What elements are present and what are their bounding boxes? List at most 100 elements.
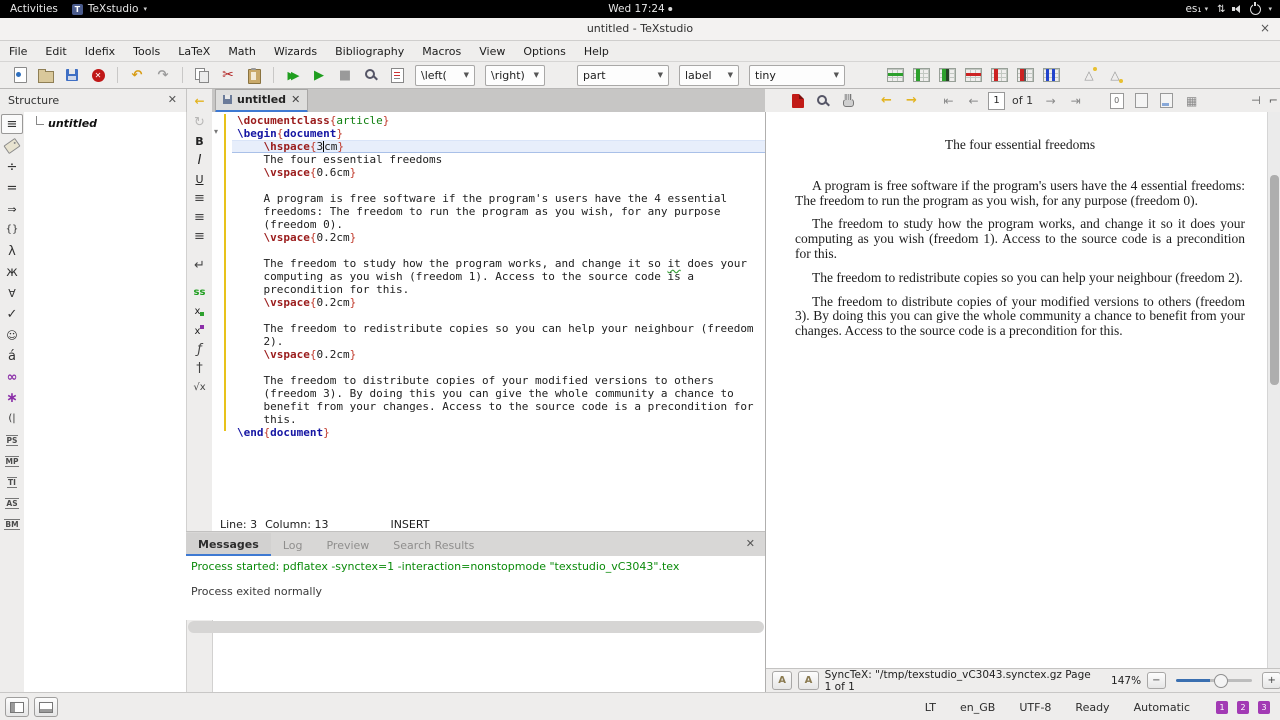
code-line[interactable]: precondition for this.: [232, 283, 765, 296]
clock[interactable]: Wed 17:24: [608, 0, 672, 18]
menu-math[interactable]: Math: [219, 42, 265, 61]
structure-close-icon[interactable]: ✕: [168, 93, 177, 106]
menu-bibliography[interactable]: Bibliography: [326, 42, 413, 61]
pdf-restore-icon[interactable]: ⌐: [1269, 94, 1278, 107]
build-and-view-icon[interactable]: ▶▶: [281, 64, 305, 86]
window-close-icon[interactable]: ×: [1260, 21, 1270, 35]
panel-cyrillic-letters-icon[interactable]: ж: [2, 263, 22, 281]
code-line[interactable]: [232, 179, 765, 192]
code-line[interactable]: freedoms: The freedom to run the program…: [232, 205, 765, 218]
messages-tab-search-results[interactable]: Search Results: [381, 534, 486, 555]
shrink-font-button[interactable]: A: [772, 671, 792, 690]
view-log-icon[interactable]: [385, 64, 409, 86]
editor-pane[interactable]: ▾ \documentclass{article}\begin{document…: [212, 112, 765, 517]
sync-forward-icon[interactable]: →: [901, 91, 922, 111]
code-line[interactable]: \begin{document}: [232, 127, 765, 140]
font-size-combo[interactable]: tiny▼: [749, 65, 845, 86]
view-pdf-icon[interactable]: [359, 64, 383, 86]
page-number-input[interactable]: 1: [988, 92, 1005, 110]
activities-button[interactable]: Activities: [10, 3, 58, 15]
menu-edit[interactable]: Edit: [36, 42, 75, 61]
reference-combo[interactable]: label▼: [679, 65, 739, 86]
tab-close-icon[interactable]: ✕: [291, 93, 300, 106]
previous-page-icon[interactable]: ←: [963, 91, 984, 111]
panel-misc-math-symbols-icon[interactable]: ∞: [2, 368, 22, 386]
toggle-sidepanel-button[interactable]: [5, 697, 29, 717]
menu-options[interactable]: Options: [514, 42, 574, 61]
code-line[interactable]: \vspace{0.6cm}: [232, 166, 765, 179]
code-line[interactable]: (freedom 3). By doing this you can give …: [232, 387, 765, 400]
status-lt[interactable]: LT: [925, 701, 936, 714]
hand-tool-icon[interactable]: [837, 91, 858, 111]
messages-tab-messages[interactable]: Messages: [186, 533, 271, 557]
pdf-scrollbar-thumb[interactable]: [1270, 175, 1279, 385]
code-line[interactable]: \vspace{0.2cm}: [232, 296, 765, 309]
system-status-menu[interactable]: ⇅ ▾: [1217, 0, 1272, 18]
panel-pstricks-commands-icon[interactable]: PS: [2, 431, 22, 449]
right-delimiter-combo[interactable]: \right)▼: [485, 65, 545, 86]
code-line[interactable]: The freedom to redistribute copies so yo…: [232, 322, 765, 335]
compile-icon[interactable]: ▶: [307, 64, 331, 86]
messages-tab-log[interactable]: Log: [271, 534, 315, 555]
panel-operator-symbols-icon[interactable]: ÷: [2, 158, 22, 176]
back-to-editor-button[interactable]: ←: [187, 89, 212, 113]
code-line[interactable]: [232, 361, 765, 374]
zoom-slider-knob[interactable]: [1214, 674, 1228, 688]
code-line[interactable]: The freedom to study how the program wor…: [232, 257, 765, 270]
pdf-scrollbar-track[interactable]: [1267, 112, 1280, 668]
close-file-icon[interactable]: ✕: [86, 64, 110, 86]
bookmark-2-icon[interactable]: 2: [1237, 701, 1249, 714]
format-math-function-button[interactable]: ƒ: [190, 341, 209, 358]
status-utf-8[interactable]: UTF-8: [1019, 701, 1051, 714]
status-en-gb[interactable]: en_GB: [960, 701, 995, 714]
status-automatic[interactable]: Automatic: [1134, 701, 1190, 714]
annotation-page-icon[interactable]: [1131, 91, 1152, 111]
annotation-edit-icon[interactable]: [1156, 91, 1177, 111]
code-line[interactable]: \end{document}: [232, 426, 765, 439]
structure-item-untitled[interactable]: untitled: [36, 117, 186, 130]
panel-bookmarks-icon[interactable]: [2, 137, 22, 155]
cut-icon[interactable]: ✂: [216, 64, 240, 86]
first-page-icon[interactable]: ⇤: [938, 91, 959, 111]
menu-help[interactable]: Help: [575, 42, 618, 61]
code-line[interactable]: [232, 244, 765, 257]
magnifier-icon[interactable]: [812, 91, 833, 111]
zoom-out-button[interactable]: −: [1147, 672, 1165, 689]
format-bold-button[interactable]: B: [190, 133, 209, 150]
menu-tools[interactable]: Tools: [124, 42, 169, 61]
panel-special-symbols-icon[interactable]: ∗: [2, 389, 22, 407]
format-linebreak-button[interactable]: ↵: [190, 257, 209, 274]
pdf-dock-icon[interactable]: ⊣: [1251, 94, 1261, 107]
new-document-icon[interactable]: [8, 64, 32, 86]
panel-beamer-commands-icon[interactable]: BM: [2, 515, 22, 533]
keyboard-layout-indicator[interactable]: es₁ ▾: [1185, 0, 1208, 18]
app-menu[interactable]: T TeXstudio ▾: [72, 0, 147, 18]
panel-check-symbols-icon[interactable]: ✓: [2, 305, 22, 323]
toggle-bottompanel-button[interactable]: [34, 697, 58, 717]
continuous-view-icon[interactable]: ▦: [1181, 91, 1202, 111]
bookmark-1-icon[interactable]: 1: [1216, 701, 1228, 714]
bookmark-3-icon[interactable]: 3: [1258, 701, 1270, 714]
messages-tab-preview[interactable]: Preview: [314, 534, 381, 555]
fold-arrow-icon[interactable]: ▾: [214, 127, 218, 136]
menu-view[interactable]: View: [470, 42, 514, 61]
panel-metapost-commands-icon[interactable]: MP: [2, 452, 22, 470]
sectioning-combo[interactable]: part▼: [577, 65, 669, 86]
left-delimiter-combo[interactable]: \left(▼: [415, 65, 475, 86]
zoom-slider[interactable]: [1176, 679, 1253, 682]
page-thumbnails-icon[interactable]: 0: [1106, 91, 1127, 111]
paste-icon[interactable]: [242, 64, 266, 86]
panel-delimiter-symbols-icon[interactable]: (|: [2, 410, 22, 428]
table-add-column-icon[interactable]: [909, 64, 933, 86]
previous-mark-icon[interactable]: △: [1077, 64, 1101, 86]
code-line[interactable]: (freedom 0).: [232, 218, 765, 231]
next-mark-icon[interactable]: △: [1103, 64, 1127, 86]
panel-bracket-symbols-icon[interactable]: {}: [2, 221, 22, 239]
code-line[interactable]: this.: [232, 413, 765, 426]
enlarge-font-button[interactable]: A: [798, 671, 818, 690]
table-align-columns-icon[interactable]: [1039, 64, 1063, 86]
code-line[interactable]: benefit from your changes. Access to the…: [232, 400, 765, 413]
editor-text[interactable]: \documentclass{article}\begin{document} …: [232, 114, 765, 439]
open-file-icon[interactable]: [34, 64, 58, 86]
menu-macros[interactable]: Macros: [413, 42, 470, 61]
